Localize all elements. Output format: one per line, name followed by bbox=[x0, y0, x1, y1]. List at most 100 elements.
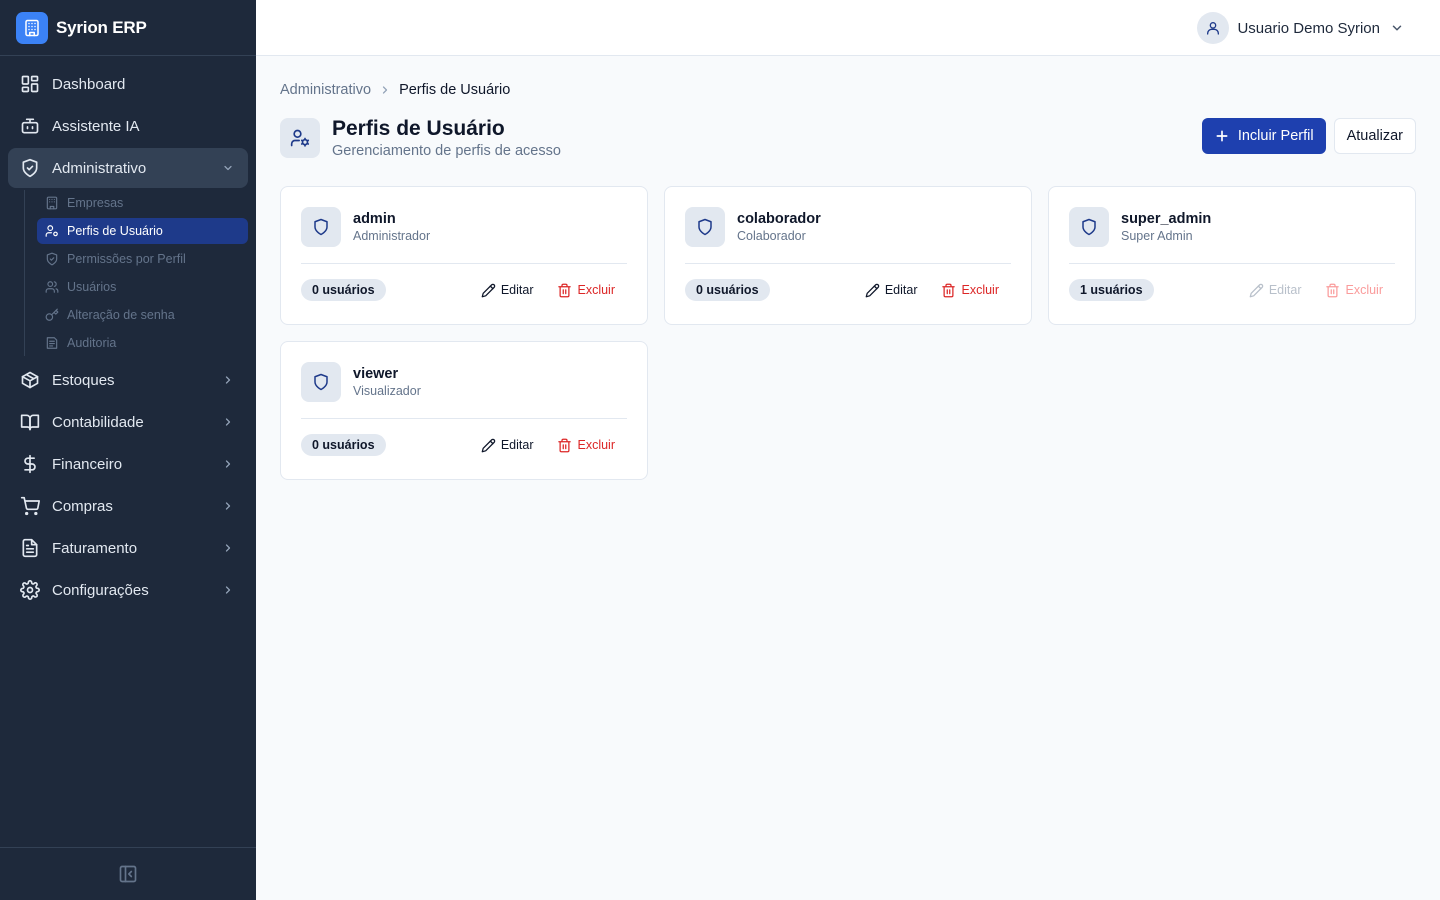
bot-icon bbox=[20, 116, 40, 136]
page-actions: Incluir Perfil Atualizar bbox=[1201, 118, 1416, 154]
delete-label: Excluir bbox=[577, 283, 615, 297]
chevron-right-icon bbox=[222, 416, 234, 428]
dashboard-icon bbox=[20, 74, 40, 94]
profile-names: viewer Visualizador bbox=[353, 365, 421, 399]
profile-names: super_admin Super Admin bbox=[1121, 210, 1211, 244]
users-count-badge: 0 usuários bbox=[685, 279, 770, 301]
delete-label: Excluir bbox=[577, 438, 615, 452]
sidebar-subitem-usuarios[interactable]: Usuários bbox=[37, 274, 248, 300]
refresh-button[interactable]: Atualizar bbox=[1333, 118, 1416, 154]
chevron-right-icon bbox=[222, 374, 234, 386]
package-icon bbox=[20, 370, 40, 390]
edit-label: Editar bbox=[500, 283, 534, 297]
sidebar-item-label: Configurações bbox=[52, 581, 149, 599]
sidebar-subitem-label: Empresas bbox=[67, 196, 124, 210]
profile-card-footer: 0 usuários Editar Excluir bbox=[685, 264, 1011, 316]
profile-names: admin Administrador bbox=[353, 210, 430, 244]
sidebar-subitem-label: Usuários bbox=[67, 280, 117, 294]
trash-icon bbox=[557, 438, 572, 453]
sidebar-subitem-label: Alteração de senha bbox=[67, 308, 175, 322]
delete-label: Excluir bbox=[1345, 283, 1383, 297]
user-cog-icon bbox=[45, 224, 59, 238]
sidebar-item-contabilidade[interactable]: Contabilidade bbox=[8, 402, 248, 442]
profile-card-header: super_admin Super Admin bbox=[1069, 207, 1395, 247]
sidebar-subitem-permissoes-por-perfil[interactable]: Permissões por Perfil bbox=[37, 246, 248, 272]
profile-card-footer: 1 usuários Editar Excluir bbox=[1069, 264, 1395, 316]
profile-card: super_admin Super Admin 1 usuários Edita… bbox=[1048, 186, 1416, 325]
profile-name: admin bbox=[353, 211, 396, 227]
edit-button[interactable]: Editar bbox=[469, 434, 546, 456]
profile-card-header: admin Administrador bbox=[301, 207, 627, 247]
sidebar-subitem-alteracao-de-senha[interactable]: Alteração de senha bbox=[37, 302, 248, 328]
trash-icon bbox=[941, 283, 956, 298]
shield-icon bbox=[685, 207, 725, 247]
sidebar-item-label: Administrativo bbox=[52, 159, 147, 177]
sidebar-item-financeiro[interactable]: Financeiro bbox=[8, 444, 248, 484]
user-menu[interactable]: Usuario Demo Syrion bbox=[1197, 12, 1404, 44]
sidebar-item-compras[interactable]: Compras bbox=[8, 486, 248, 526]
chevron-down-icon bbox=[222, 162, 234, 174]
profile-card-header: colaborador Colaborador bbox=[685, 207, 1011, 247]
profile-names: colaborador Colaborador bbox=[737, 210, 821, 244]
sidebar-item-administrativo[interactable]: Administrativo bbox=[8, 148, 248, 188]
edit-label: Editar bbox=[1268, 283, 1302, 297]
sidebar-item-label: Faturamento bbox=[52, 539, 138, 557]
pencil-icon bbox=[481, 438, 496, 453]
users-count-badge: 0 usuários bbox=[301, 279, 386, 301]
pencil-icon bbox=[481, 283, 496, 298]
sidebar-subitem-perfis-de-usuario[interactable]: Perfis de Usuário bbox=[37, 218, 248, 244]
sidebar-item-configuracoes[interactable]: Configurações bbox=[8, 570, 248, 610]
edit-button-disabled: Editar bbox=[1237, 279, 1314, 301]
edit-button[interactable]: Editar bbox=[853, 279, 930, 301]
profile-card-footer: 0 usuários Editar Excluir bbox=[301, 264, 627, 316]
dollar-icon bbox=[20, 454, 40, 474]
edit-button[interactable]: Editar bbox=[469, 279, 546, 301]
shield-icon bbox=[301, 362, 341, 402]
sidebar-item-label: Compras bbox=[52, 497, 113, 515]
sidebar-subitem-empresas[interactable]: Empresas bbox=[37, 190, 248, 216]
sidebar-nav: Dashboard Assistente IA Administrativo E… bbox=[0, 56, 256, 610]
main-content: Administrativo Perfis de Usuário Perfis … bbox=[256, 56, 1440, 900]
collapse-sidebar-icon[interactable] bbox=[118, 864, 138, 884]
profile-actions: Editar Excluir bbox=[853, 279, 1011, 301]
chevron-right-icon bbox=[222, 542, 234, 554]
add-profile-label: Incluir Perfil bbox=[1237, 128, 1314, 144]
profile-name: viewer bbox=[353, 366, 399, 382]
add-profile-button[interactable]: Incluir Perfil bbox=[1201, 118, 1326, 154]
delete-label: Excluir bbox=[961, 283, 999, 297]
delete-button[interactable]: Excluir bbox=[545, 279, 627, 301]
chevron-down-icon bbox=[1390, 21, 1404, 35]
users-count-badge: 1 usuários bbox=[1069, 279, 1154, 301]
user-name: Usuario Demo Syrion bbox=[1237, 19, 1380, 37]
delete-button[interactable]: Excluir bbox=[929, 279, 1011, 301]
users-icon bbox=[45, 280, 59, 294]
pencil-icon bbox=[865, 283, 880, 298]
profile-card: colaborador Colaborador 0 usuários Edita… bbox=[664, 186, 1032, 325]
user-avatar-icon bbox=[1197, 12, 1230, 44]
delete-button[interactable]: Excluir bbox=[545, 434, 627, 456]
profile-card: admin Administrador 0 usuários Editar Ex… bbox=[280, 186, 648, 325]
profile-name: super_admin bbox=[1121, 211, 1212, 227]
shield-check-icon bbox=[20, 158, 40, 178]
sidebar-item-estoques[interactable]: Estoques bbox=[8, 360, 248, 400]
sidebar-subitem-label: Permissões por Perfil bbox=[67, 252, 186, 266]
breadcrumb-parent[interactable]: Administrativo bbox=[280, 82, 371, 98]
profile-description: Administrador bbox=[353, 229, 431, 243]
profile-description: Super Admin bbox=[1121, 229, 1193, 243]
breadcrumb-current: Perfis de Usuário bbox=[399, 82, 511, 98]
sidebar-item-label: Estoques bbox=[52, 371, 115, 389]
page-title: Perfis de Usuário bbox=[332, 117, 505, 140]
profile-actions: Editar Excluir bbox=[1237, 279, 1395, 301]
sidebar-item-dashboard[interactable]: Dashboard bbox=[8, 64, 248, 104]
sidebar-item-label: Assistente IA bbox=[52, 117, 140, 135]
profile-name: colaborador bbox=[737, 211, 821, 227]
sidebar-item-label: Financeiro bbox=[52, 455, 123, 473]
sidebar-subitem-auditoria[interactable]: Auditoria bbox=[37, 330, 248, 356]
shield-icon bbox=[1069, 207, 1109, 247]
sidebar-item-faturamento[interactable]: Faturamento bbox=[8, 528, 248, 568]
gear-icon bbox=[20, 580, 40, 600]
profiles-grid: admin Administrador 0 usuários Editar Ex… bbox=[280, 186, 1416, 480]
sidebar-footer bbox=[0, 847, 256, 900]
sidebar-item-assistente-ia[interactable]: Assistente IA bbox=[8, 106, 248, 146]
brand: Syrion ERP bbox=[0, 0, 256, 56]
